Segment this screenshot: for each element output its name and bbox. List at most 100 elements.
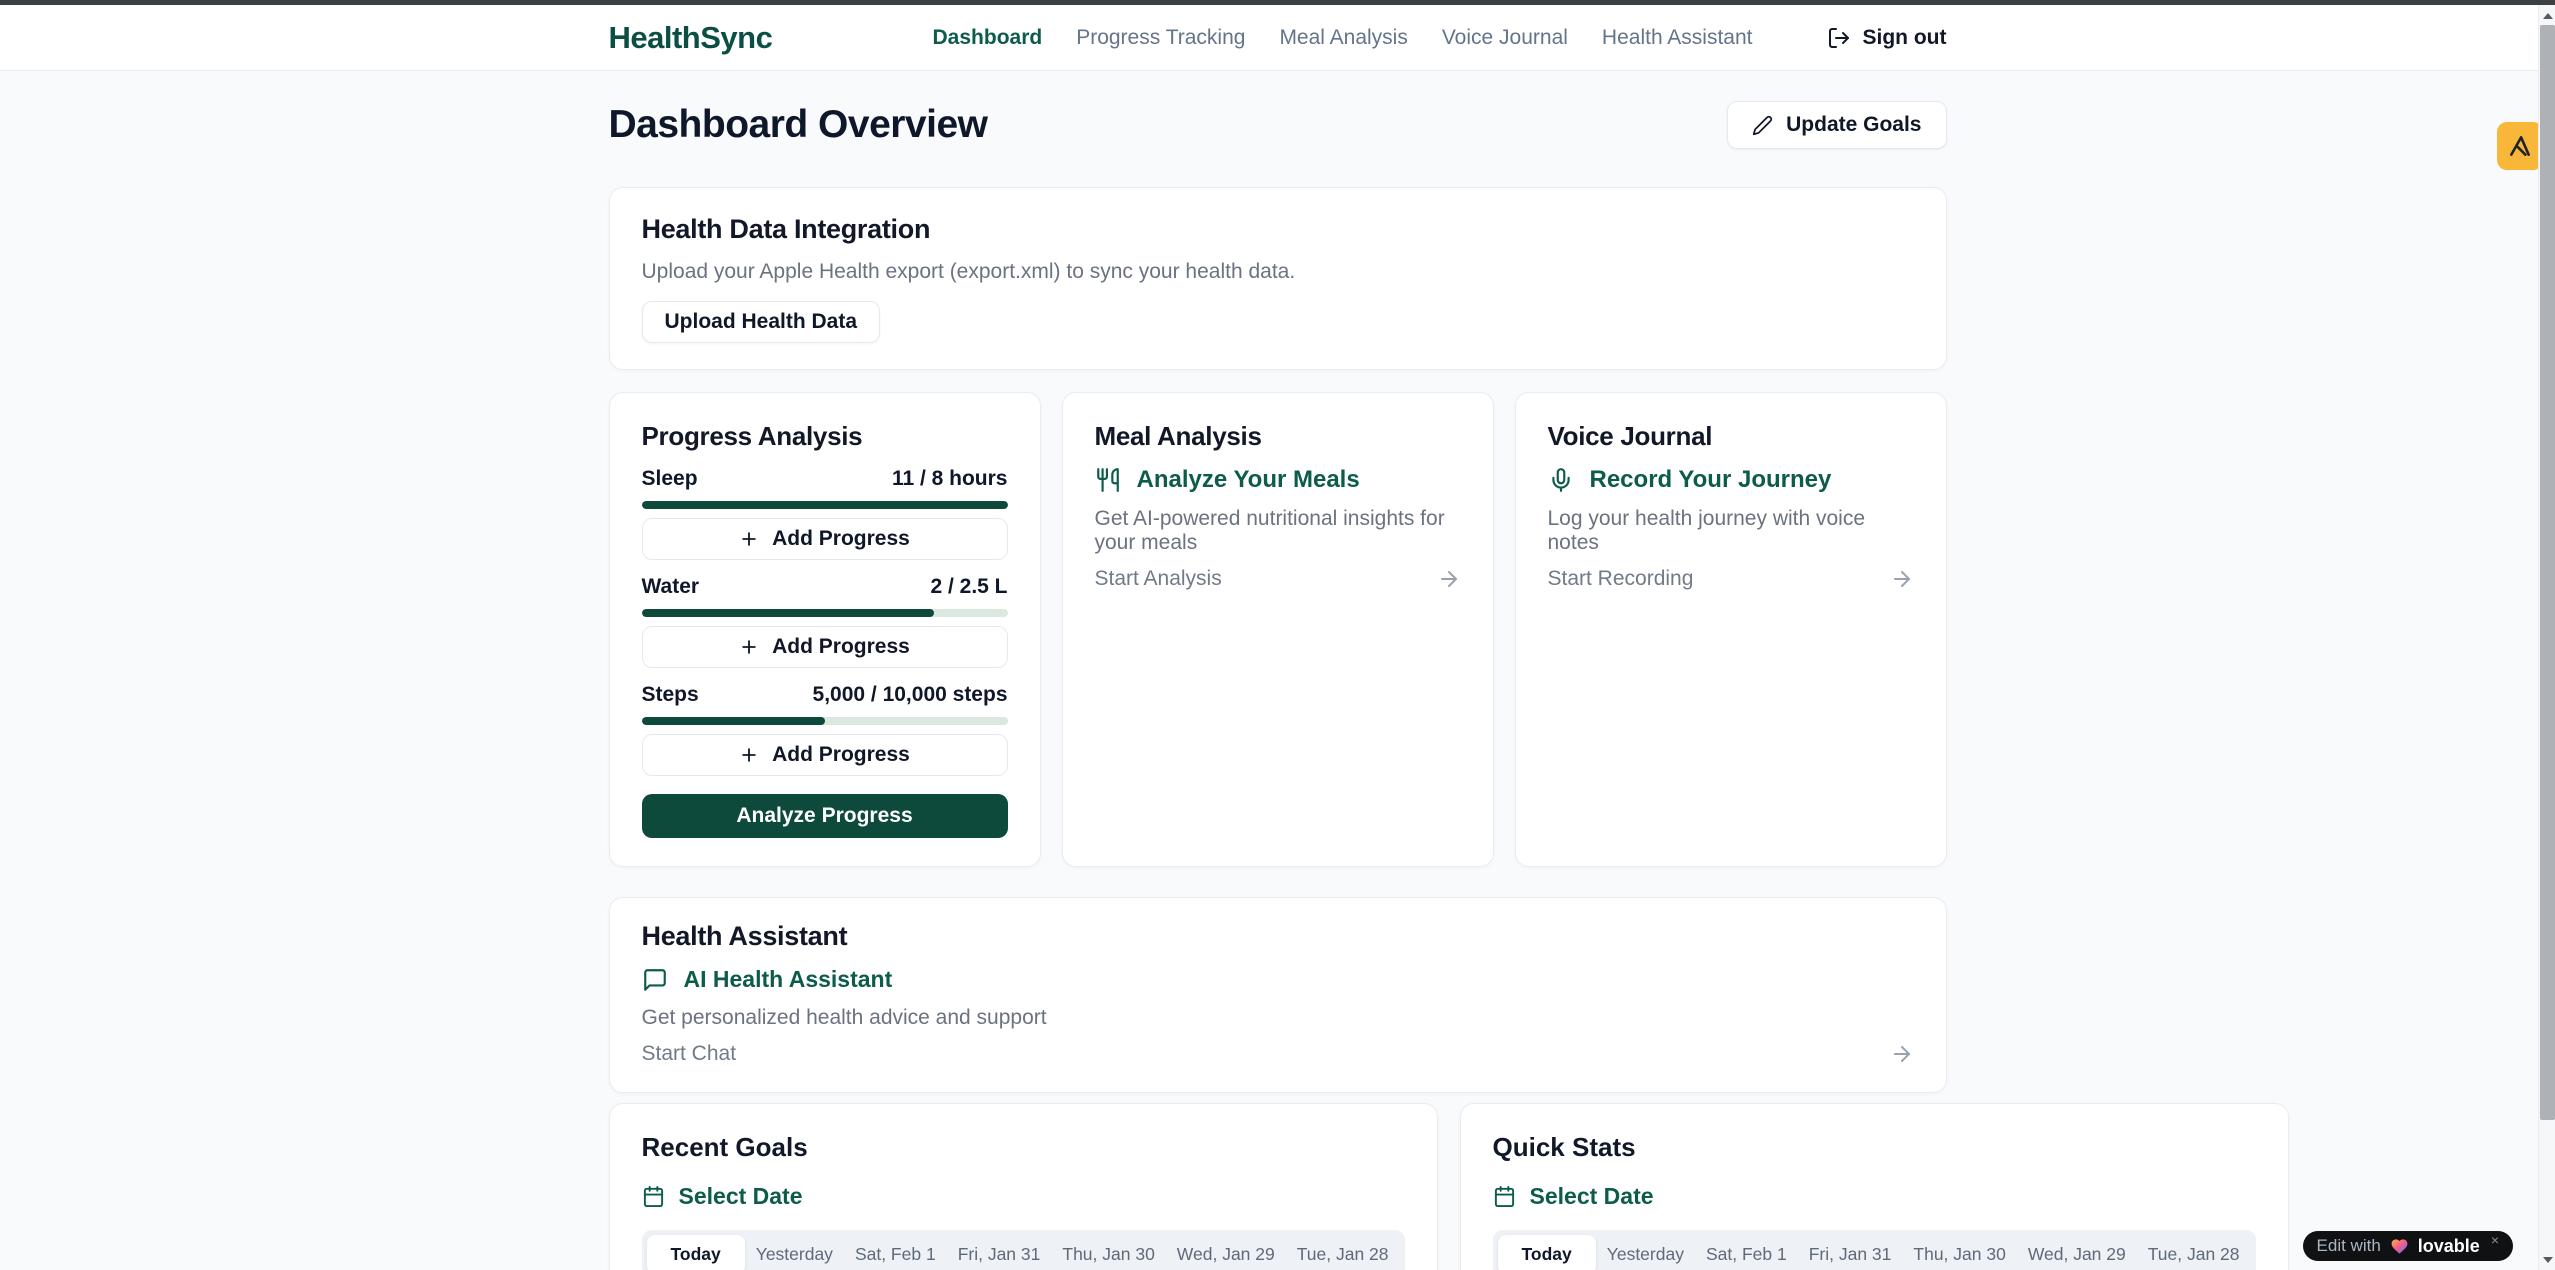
tab-sat-feb-1[interactable]: Sat, Feb 1 <box>1695 1235 1798 1270</box>
record-your-journey-label: Record Your Journey <box>1590 466 1832 494</box>
goal-label: Water <box>642 575 700 599</box>
tab-tue-jan-28[interactable]: Tue, Jan 28 <box>2137 1235 2251 1270</box>
nav-voice-journal[interactable]: Voice Journal <box>1442 26 1568 50</box>
add-progress-water-button[interactable]: Add Progress <box>642 626 1008 668</box>
health-data-title: Health Data Integration <box>642 214 1914 245</box>
nav-health-assistant[interactable]: Health Assistant <box>1602 26 1753 50</box>
meal-analysis-card: Meal Analysis Analyze Your Meals Get AI-… <box>1062 392 1494 867</box>
start-recording-label: Start Recording <box>1548 567 1694 591</box>
scrollbar-thumb[interactable] <box>2540 25 2555 1120</box>
progress-bar-water <box>642 609 1008 617</box>
page-title: Dashboard Overview <box>609 103 988 147</box>
plus-icon <box>739 529 759 549</box>
record-your-journey-link[interactable]: Record Your Journey <box>1548 466 1914 494</box>
scroll-down-arrow[interactable] <box>2539 1251 2555 1268</box>
tab-tue-jan-28[interactable]: Tue, Jan 28 <box>1286 1235 1400 1270</box>
tab-today[interactable]: Today <box>647 1235 745 1270</box>
close-icon[interactable]: × <box>2491 1232 2499 1248</box>
select-date-label: Select Date <box>679 1183 803 1210</box>
peak-logo-icon <box>2507 133 2533 159</box>
ai-health-assistant-label: AI Health Assistant <box>684 966 893 993</box>
add-progress-sleep-button[interactable]: Add Progress <box>642 518 1008 560</box>
arrow-right-icon <box>1890 567 1914 591</box>
voice-journal-card: Voice Journal Record Your Journey Log yo… <box>1515 392 1947 867</box>
goal-sleep: Sleep 11 / 8 hours Add Progress <box>642 467 1008 560</box>
add-progress-label: Add Progress <box>772 743 910 767</box>
analyze-progress-button[interactable]: Analyze Progress <box>642 794 1008 838</box>
tab-wed-jan-29[interactable]: Wed, Jan 29 <box>2017 1235 2137 1270</box>
analyze-your-meals-label: Analyze Your Meals <box>1137 466 1360 494</box>
tab-yesterday[interactable]: Yesterday <box>1596 1235 1695 1270</box>
add-progress-steps-button[interactable]: Add Progress <box>642 734 1008 776</box>
edit-with-lovable-badge[interactable]: Edit with lovable × <box>2303 1231 2513 1261</box>
sign-out-button[interactable]: Sign out <box>1827 26 1947 50</box>
progress-analysis-card: Progress Analysis Sleep 11 / 8 hours Add… <box>609 392 1041 867</box>
recent-goals-title: Recent Goals <box>642 1132 1405 1163</box>
add-progress-label: Add Progress <box>772 635 910 659</box>
upload-health-data-button[interactable]: Upload Health Data <box>642 301 881 343</box>
tab-thu-jan-30[interactable]: Thu, Jan 30 <box>1051 1235 1165 1270</box>
goal-label: Steps <box>642 683 699 707</box>
progress-analysis-title: Progress Analysis <box>642 421 1008 452</box>
update-goals-label: Update Goals <box>1786 113 1921 137</box>
pencil-icon <box>1752 115 1773 136</box>
lovable-label: lovable <box>2418 1236 2480 1257</box>
tab-fri-jan-31[interactable]: Fri, Jan 31 <box>947 1235 1052 1270</box>
nav-progress-tracking[interactable]: Progress Tracking <box>1076 26 1245 50</box>
lovable-heart-icon <box>2390 1237 2409 1256</box>
start-recording-action[interactable]: Start Recording <box>1548 567 1914 591</box>
start-chat-action[interactable]: Start Chat <box>642 1042 1914 1066</box>
health-assistant-title: Health Assistant <box>642 921 1914 952</box>
progress-bar-sleep <box>642 501 1008 509</box>
app-logo[interactable]: HealthSync <box>609 20 773 56</box>
nav-dashboard[interactable]: Dashboard <box>933 26 1043 50</box>
chat-bubble-icon <box>642 967 668 993</box>
tab-yesterday[interactable]: Yesterday <box>745 1235 844 1270</box>
tab-fri-jan-31[interactable]: Fri, Jan 31 <box>1798 1235 1903 1270</box>
goal-label: Sleep <box>642 467 698 491</box>
assistant-widget-button[interactable] <box>2497 122 2543 170</box>
start-analysis-action[interactable]: Start Analysis <box>1095 567 1461 591</box>
progress-bar-steps <box>642 717 1008 725</box>
calendar-icon <box>1493 1185 1516 1208</box>
start-analysis-label: Start Analysis <box>1095 567 1222 591</box>
arrow-right-icon <box>1890 1042 1914 1066</box>
scroll-up-arrow[interactable] <box>2539 7 2555 24</box>
health-data-description: Upload your Apple Health export (export.… <box>642 260 1914 284</box>
sign-out-label: Sign out <box>1863 26 1947 50</box>
update-goals-button[interactable]: Update Goals <box>1727 101 1946 149</box>
plus-icon <box>739 637 759 657</box>
select-date-label: Select Date <box>1530 1183 1654 1210</box>
quick-stats-title: Quick Stats <box>1493 1132 2256 1163</box>
voice-journal-description: Log your health journey with voice notes <box>1548 507 1914 555</box>
meal-analysis-title: Meal Analysis <box>1095 421 1461 452</box>
goal-value: 2 / 2.5 L <box>930 575 1007 599</box>
voice-journal-title: Voice Journal <box>1548 421 1914 452</box>
health-assistant-description: Get personalized health advice and suppo… <box>642 1006 1914 1030</box>
tab-today[interactable]: Today <box>1498 1235 1596 1270</box>
quick-stats-date-tabs: Today Yesterday Sat, Feb 1 Fri, Jan 31 T… <box>1493 1230 2256 1270</box>
meal-analysis-description: Get AI-powered nutritional insights for … <box>1095 507 1461 555</box>
logout-icon <box>1827 26 1851 50</box>
plus-icon <box>739 745 759 765</box>
tab-thu-jan-30[interactable]: Thu, Jan 30 <box>1902 1235 2016 1270</box>
goal-water: Water 2 / 2.5 L Add Progress <box>642 575 1008 668</box>
health-data-integration-card: Health Data Integration Upload your Appl… <box>609 187 1947 370</box>
vertical-scrollbar[interactable] <box>2538 5 2555 1270</box>
main-nav: Dashboard Progress Tracking Meal Analysi… <box>933 26 1947 50</box>
calendar-icon <box>642 1185 665 1208</box>
tab-sat-feb-1[interactable]: Sat, Feb 1 <box>844 1235 947 1270</box>
goal-value: 11 / 8 hours <box>892 467 1008 491</box>
goal-value: 5,000 / 10,000 steps <box>813 683 1008 707</box>
recent-goals-date-tabs: Today Yesterday Sat, Feb 1 Fri, Jan 31 T… <box>642 1230 1405 1270</box>
edit-with-label: Edit with <box>2317 1236 2381 1256</box>
analyze-your-meals-link[interactable]: Analyze Your Meals <box>1095 466 1461 494</box>
recent-goals-select-date[interactable]: Select Date <box>642 1183 1405 1210</box>
add-progress-label: Add Progress <box>772 527 910 551</box>
goal-steps: Steps 5,000 / 10,000 steps Add Progress <box>642 683 1008 776</box>
arrow-right-icon <box>1437 567 1461 591</box>
nav-meal-analysis[interactable]: Meal Analysis <box>1279 26 1407 50</box>
ai-health-assistant-link[interactable]: AI Health Assistant <box>642 966 1914 993</box>
quick-stats-select-date[interactable]: Select Date <box>1493 1183 2256 1210</box>
tab-wed-jan-29[interactable]: Wed, Jan 29 <box>1166 1235 1286 1270</box>
